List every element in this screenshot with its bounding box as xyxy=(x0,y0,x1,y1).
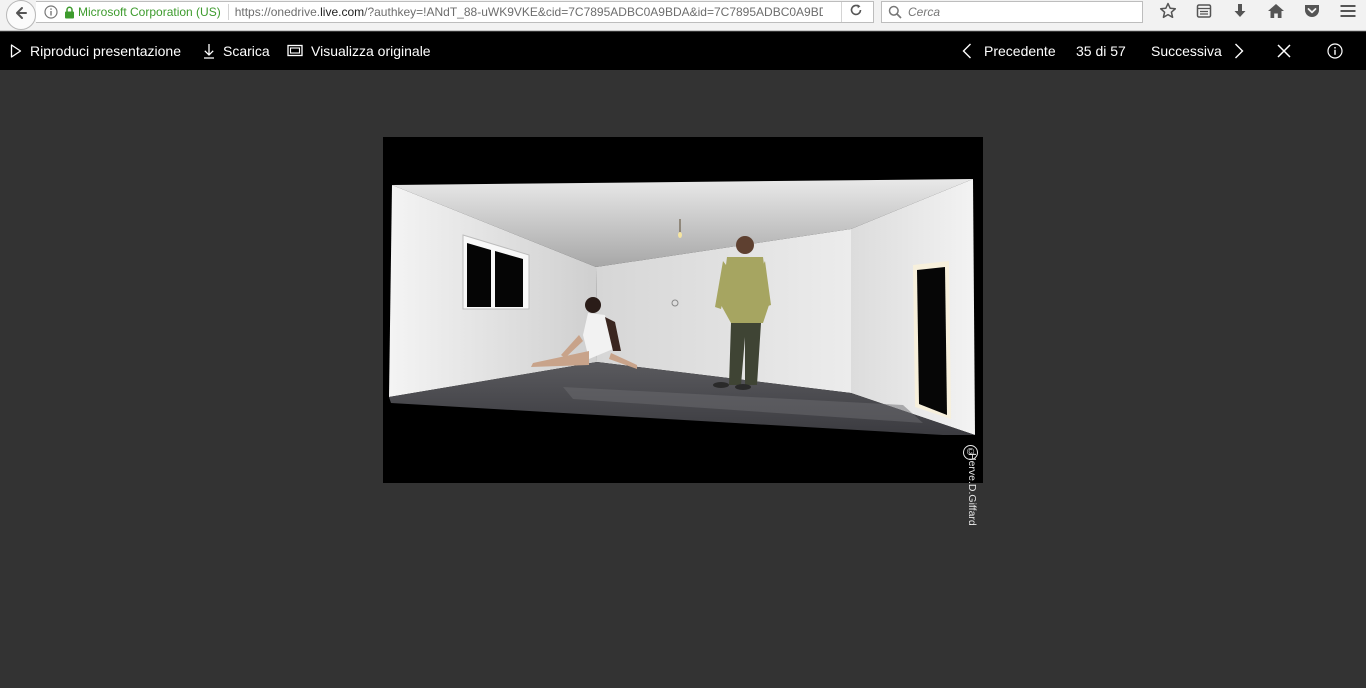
search-bar[interactable] xyxy=(881,1,1143,23)
site-identity[interactable]: Microsoft Corporation (US) xyxy=(78,4,229,20)
chevron-left-icon xyxy=(962,43,972,59)
view-original-button[interactable]: Visualizza originale xyxy=(287,32,431,70)
view-original-icon xyxy=(287,44,303,58)
previous-label: Precedente xyxy=(984,43,1056,59)
url-text[interactable]: https://onedrive.live.com/?authkey=!ANdT… xyxy=(235,5,823,19)
back-arrow-icon xyxy=(13,5,29,26)
back-button[interactable] xyxy=(6,0,36,30)
search-icon xyxy=(888,5,902,19)
url-prefix: https://onedrive. xyxy=(234,5,321,19)
menu-icon[interactable] xyxy=(1330,0,1366,22)
browser-toolbar: Microsoft Corporation (US) https://onedr… xyxy=(0,0,1366,31)
play-icon xyxy=(10,44,22,58)
previous-button[interactable]: Precedente xyxy=(962,32,1056,70)
search-input[interactable] xyxy=(908,5,1128,19)
next-button[interactable]: Successiva xyxy=(1151,32,1244,70)
play-slideshow-label: Riproduci presentazione xyxy=(30,43,181,59)
close-button[interactable] xyxy=(1277,32,1291,70)
next-label: Successiva xyxy=(1151,43,1222,59)
bookmark-star-icon[interactable] xyxy=(1150,0,1186,22)
pocket-icon[interactable] xyxy=(1294,0,1330,22)
download-arrow-icon xyxy=(203,43,215,59)
photo-scene xyxy=(383,137,983,483)
viewer-command-bar: Riproduci presentazione Scarica Visualiz… xyxy=(0,32,1366,70)
info-circle-icon xyxy=(1327,43,1343,59)
close-icon xyxy=(1277,44,1291,58)
browser-toolbar-icons xyxy=(1150,0,1366,22)
chevron-right-icon xyxy=(1234,43,1244,59)
url-domain: live.com xyxy=(320,5,365,19)
url-suffix: /?authkey=!ANdT_88-uWK9VKE&cid=7C7895ADB… xyxy=(364,5,823,19)
photo-image xyxy=(383,137,983,483)
view-original-label: Visualizza originale xyxy=(311,43,431,59)
photo-watermark: © Herve.D.Giffard xyxy=(961,444,981,552)
download-button[interactable]: Scarica xyxy=(203,32,270,70)
info-button[interactable] xyxy=(1327,32,1343,70)
reading-list-icon[interactable] xyxy=(1186,0,1222,22)
info-icon[interactable] xyxy=(42,5,60,19)
lock-icon xyxy=(62,6,76,19)
reload-icon xyxy=(849,3,863,22)
play-slideshow-button[interactable]: Riproduci presentazione xyxy=(10,32,181,70)
reload-button[interactable] xyxy=(841,2,869,22)
download-label: Scarica xyxy=(223,43,270,59)
address-bar[interactable]: Microsoft Corporation (US) https://onedr… xyxy=(36,1,874,23)
download-icon[interactable] xyxy=(1222,0,1258,22)
image-counter: 35 di 57 xyxy=(1076,32,1126,70)
watermark-text: Herve.D.Giffard xyxy=(966,453,978,526)
home-icon[interactable] xyxy=(1258,0,1294,22)
image-counter-text: 35 di 57 xyxy=(1076,43,1126,59)
